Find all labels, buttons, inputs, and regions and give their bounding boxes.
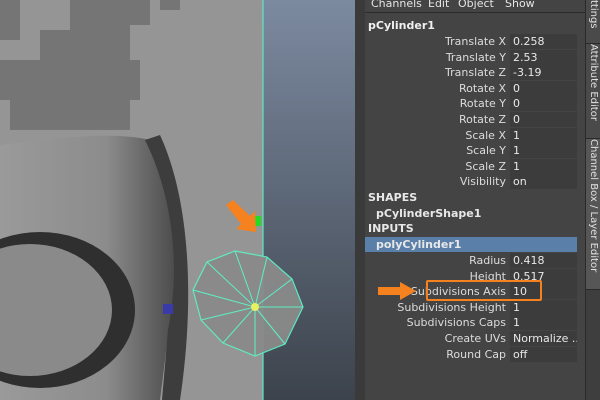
channel-label: Round Cap <box>446 347 506 361</box>
channel-row[interactable]: Rotate X 0 <box>365 80 577 96</box>
panel-divider[interactable] <box>355 0 365 400</box>
channel-row[interactable]: Visibility on <box>365 174 577 190</box>
channel-label: Translate X <box>445 35 506 48</box>
channel-box-panel: Channels Edit Object Show pCylinder1 Tra… <box>365 0 585 400</box>
channel-label: Translate Y <box>445 50 506 64</box>
channel-label: Rotate X <box>458 81 506 95</box>
channel-label: Rotate Y <box>459 97 506 111</box>
channel-value-field[interactable]: 0.418 <box>510 253 577 268</box>
channel-row[interactable]: Rotate Y 0 <box>365 96 577 112</box>
channel-label: Scale Y <box>466 144 506 158</box>
channel-row[interactable]: Scale Y 1 <box>365 143 577 159</box>
tab-channel-box[interactable]: Channel Box / Layer Editor <box>586 139 600 290</box>
channel-label: Subdivisions Caps <box>406 316 506 330</box>
tab-attribute-editor[interactable]: Attribute Editor <box>586 44 600 139</box>
channel-row[interactable]: Rotate Z 0 <box>365 112 577 127</box>
menu-object[interactable]: Object <box>458 0 494 10</box>
menu-edit[interactable]: Edit <box>428 0 449 10</box>
channel-row[interactable]: Round Cap off <box>365 346 577 362</box>
channel-row[interactable]: Create UVs Normalize ... <box>365 331 577 346</box>
channel-label: Create UVs <box>444 332 506 345</box>
channel-value-field[interactable]: 0 <box>510 80 577 96</box>
channel-row[interactable]: Translate X 0.258 <box>365 34 577 49</box>
subdivisions-axis-highlight <box>426 280 542 301</box>
channel-label: Translate Z <box>445 66 506 80</box>
channel-label: Rotate Z <box>458 113 506 126</box>
viewport-canvas <box>0 0 355 400</box>
tab-settings[interactable]: ttings <box>586 0 600 44</box>
channel-row[interactable]: Translate Z -3.19 <box>365 65 577 81</box>
channel-value-field[interactable]: 0 <box>510 96 577 112</box>
channel-value-field[interactable]: Normalize ... <box>510 331 577 346</box>
channel-label: Visibility <box>459 175 506 189</box>
channel-label: Scale Z <box>465 159 506 173</box>
inputs-header: INPUTS <box>368 222 414 235</box>
channel-label: Radius <box>469 254 506 267</box>
node-name[interactable]: pCylinder1 <box>368 19 435 32</box>
channel-value-field[interactable]: -3.19 <box>510 65 577 81</box>
channel-value-field[interactable]: on <box>510 174 577 190</box>
channel-label: Scale X <box>465 128 506 142</box>
channel-value-field[interactable]: 0 <box>510 112 577 127</box>
channel-row[interactable]: Subdivisions Height 1 <box>365 299 577 315</box>
channel-value-field[interactable]: 1 <box>510 299 577 315</box>
channel-label: Subdivisions Height <box>397 300 506 314</box>
channel-value-field[interactable]: 1 <box>510 143 577 159</box>
channel-value-field[interactable]: 0.258 <box>510 34 577 49</box>
component-handle-icon[interactable] <box>163 304 173 314</box>
menu-channels[interactable]: Channels <box>371 0 422 10</box>
channel-row[interactable]: Translate Y 2.53 <box>365 49 577 65</box>
shape-node[interactable]: pCylinderShape1 <box>365 206 577 221</box>
input-node-selected[interactable]: polyCylinder1 <box>365 237 577 252</box>
side-tabs: ttings Attribute Editor Channel Box / La… <box>585 0 600 400</box>
viewport-panel[interactable] <box>0 0 355 400</box>
channel-value-field[interactable]: 1 <box>510 158 577 174</box>
channel-row[interactable]: Radius 0.418 <box>365 253 577 268</box>
channel-value-field[interactable]: 2.53 <box>510 49 577 65</box>
channel-value-field[interactable]: off <box>510 346 577 362</box>
menu-show[interactable]: Show <box>505 0 535 10</box>
channel-box-menubar: Channels Edit Object Show <box>365 0 585 13</box>
channel-value-field[interactable]: 1 <box>510 315 577 331</box>
channel-row[interactable]: Subdivisions Caps 1 <box>365 315 577 331</box>
shapes-header: SHAPES <box>368 191 418 204</box>
orange-arrow-icon <box>378 282 416 300</box>
channel-row[interactable]: Scale X 1 <box>365 127 577 143</box>
channel-row[interactable]: Scale Z 1 <box>365 158 577 174</box>
channel-value-field[interactable]: 1 <box>510 127 577 143</box>
